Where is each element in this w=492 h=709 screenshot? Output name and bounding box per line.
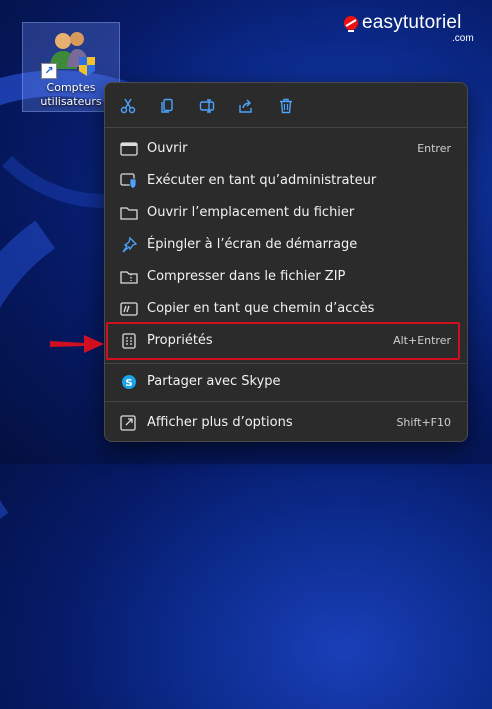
pin-icon — [122, 237, 138, 253]
menu-item-open[interactable]: Ouvrir Entrer — [111, 134, 461, 164]
context-menu: Ouvrir Entrer Exécuter en tant qu’admini… — [104, 82, 468, 442]
copy-button[interactable] — [154, 93, 180, 119]
context-menu-toolbar — [105, 83, 467, 127]
menu-item-label: Ouvrir — [147, 141, 188, 156]
svg-text:S: S — [125, 378, 132, 389]
skype-icon: S — [122, 375, 136, 389]
open-window-icon — [120, 142, 138, 156]
cut-icon — [120, 98, 136, 114]
menu-item-label: Partager avec Skype — [147, 374, 281, 389]
menu-item-label: Épingler à l’écran de démarrage — [147, 237, 358, 252]
menu-divider — [105, 363, 467, 364]
share-icon — [239, 99, 252, 113]
folder-icon — [120, 207, 138, 220]
menu-item-run-as-admin[interactable]: Exécuter en tant qu’administrateur — [111, 166, 461, 196]
logo-tld: .com — [452, 33, 474, 44]
menu-item-label: Ouvrir l’emplacement du fichier — [147, 205, 355, 220]
highlight-box — [106, 322, 460, 360]
menu-item-compress-zip[interactable]: Compresser dans le fichier ZIP — [111, 262, 461, 292]
menu-item-label: Exécuter en tant qu’administrateur — [147, 173, 377, 188]
logo-name: easytutoriel — [362, 12, 462, 33]
delete-button[interactable] — [273, 93, 299, 119]
red-arrow-icon — [50, 335, 104, 353]
logo-mark-icon — [344, 16, 358, 32]
shield-icon — [120, 173, 137, 189]
menu-item-shortcut: Entrer — [417, 142, 451, 155]
zip-folder-icon — [120, 271, 138, 284]
menu-item-label: Afficher plus d’options — [147, 415, 293, 430]
menu-item-shortcut: Shift+F10 — [396, 416, 451, 429]
delete-icon — [280, 98, 292, 114]
menu-item-open-location[interactable]: Ouvrir l’emplacement du fichier — [111, 198, 461, 228]
rename-button[interactable] — [194, 93, 220, 119]
menu-item-label: Copier en tant que chemin d’accès — [147, 301, 375, 316]
shortcut-arrow-icon: ↗ — [41, 63, 57, 79]
share-button[interactable] — [233, 93, 259, 119]
menu-divider — [105, 127, 467, 128]
more-options-icon — [120, 415, 136, 431]
cut-button[interactable] — [115, 93, 141, 119]
menu-divider — [105, 401, 467, 402]
menu-item-copy-path[interactable]: Copier en tant que chemin d’accès — [111, 294, 461, 324]
menu-item-more-options[interactable]: Afficher plus d’options Shift+F10 — [111, 408, 461, 438]
rename-icon — [199, 99, 215, 113]
menu-item-label: Compresser dans le fichier ZIP — [147, 269, 346, 284]
copy-path-icon — [120, 302, 138, 316]
copy-icon — [161, 98, 173, 113]
menu-item-pin-start[interactable]: Épingler à l’écran de démarrage — [111, 230, 461, 260]
menu-item-share-skype[interactable]: S Partager avec Skype — [111, 367, 461, 397]
easytutoriel-logo: easytutoriel .com — [342, 8, 482, 44]
